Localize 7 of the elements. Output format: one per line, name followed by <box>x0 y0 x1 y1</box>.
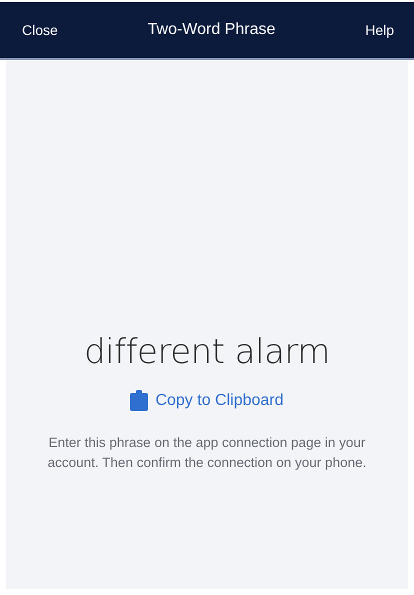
instruction-text: Enter this phrase on the app connection page in your account. Then confirm the connection on your phone. <box>46 434 368 472</box>
close-button[interactable]: Close <box>14 16 66 44</box>
help-button[interactable]: Help <box>357 16 402 44</box>
screen-title: Two-Word Phrase <box>148 21 276 39</box>
clipboard-icon <box>130 390 148 411</box>
copy-link[interactable]: Copy to Clipboard <box>130 390 284 411</box>
phrase-text: different alarm <box>84 332 330 372</box>
